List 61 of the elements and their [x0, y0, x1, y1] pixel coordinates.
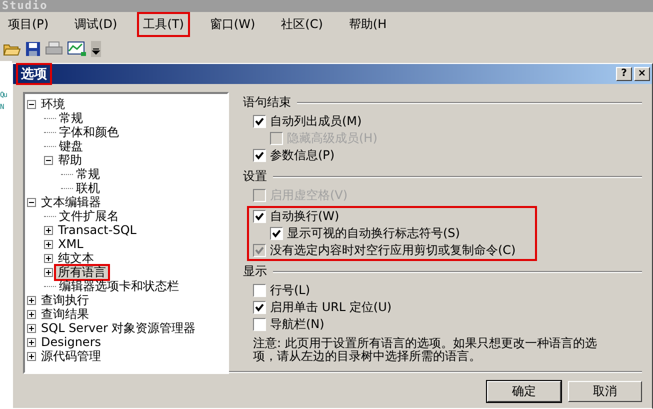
tree-item[interactable]: 字体和颜色	[57, 126, 121, 138]
checkbox-option[interactable]: 显示可视的自动换行标志符号(S)	[270, 225, 535, 242]
tree-item[interactable]: 常规	[74, 168, 102, 180]
dropdown-icon[interactable]	[91, 41, 101, 57]
expand-icon[interactable]	[27, 352, 36, 360]
menu-item[interactable]: 社区(C)	[275, 12, 329, 37]
expand-icon[interactable]	[44, 240, 53, 248]
tree-item[interactable]: 纯文本	[56, 252, 96, 264]
checkbox-option[interactable]: 没有选定内容时对空行应用剪切或复制命令(C)	[253, 242, 535, 259]
note-text: 注意: 此页用于设置所有语言的选项。如果只想更改一种语言的选项，请从左边的目录树中选择所需的语言。	[253, 337, 598, 363]
expand-icon[interactable]	[27, 338, 36, 346]
tree-item[interactable]: 查询结果	[39, 308, 91, 320]
tree-item[interactable]: 帮助	[56, 154, 84, 166]
expand-icon[interactable]	[44, 254, 53, 262]
menu-item[interactable]: 帮助(H	[342, 12, 393, 37]
dialog-title: 选项	[16, 63, 52, 85]
menu-item[interactable]: 窗口(W)	[204, 12, 262, 37]
close-button[interactable]: ×	[634, 67, 650, 81]
tree-item[interactable]: 环境	[39, 98, 67, 110]
ok-button[interactable]: 确定	[487, 381, 561, 402]
section-title: 显示	[243, 263, 267, 280]
tree-item[interactable]: 文件扩展名	[57, 210, 121, 222]
collapse-icon[interactable]	[27, 100, 36, 108]
tree-item[interactable]: XML	[56, 238, 86, 250]
expand-icon[interactable]	[27, 296, 36, 304]
check-icon	[255, 151, 264, 160]
tree-item[interactable]: 查询执行	[39, 294, 91, 306]
menu-item[interactable]: 项目(P)	[2, 12, 55, 37]
expand-icon[interactable]	[27, 324, 36, 332]
tree-item[interactable]: 键盘	[57, 140, 85, 152]
checkbox-option[interactable]: 参数信息(P)	[253, 147, 535, 164]
checkbox-option[interactable]: 自动列出成员(M)	[253, 113, 535, 130]
cancel-button[interactable]: 取消	[568, 381, 642, 402]
tree-item[interactable]: 文本编辑器	[39, 196, 103, 208]
section-title: 语句结束	[243, 94, 291, 111]
app-title: Studio	[0, 0, 653, 12]
tree-item[interactable]: Designers	[39, 336, 103, 348]
collapse-icon[interactable]	[27, 198, 36, 206]
expand-icon[interactable]	[44, 268, 53, 276]
checkbox-option[interactable]: 启用单击 URL 定位(U)	[253, 299, 535, 316]
tree-item[interactable]: 所有语言	[56, 266, 108, 278]
check-icon	[255, 303, 264, 312]
menu-item[interactable]: 调试(D)	[68, 12, 124, 37]
tree-item[interactable]: 源代码管理	[39, 350, 103, 362]
check-icon	[255, 117, 264, 126]
tree-item[interactable]: 联机	[74, 182, 102, 194]
tree-item[interactable]: 编辑器选项卡和状态栏	[57, 280, 181, 292]
save-icon[interactable]	[25, 41, 41, 57]
tree-item[interactable]: 常规	[57, 112, 85, 124]
expand-icon[interactable]	[44, 226, 53, 234]
checkbox-option[interactable]: 自动换行(W)	[253, 208, 535, 225]
expand-icon[interactable]	[27, 310, 36, 318]
collapse-icon[interactable]	[44, 156, 53, 164]
checkbox-option[interactable]: 行号(L)	[253, 282, 535, 299]
tree-item[interactable]: Transact-SQL	[56, 224, 138, 236]
help-button[interactable]: ?	[616, 67, 632, 81]
chart-icon[interactable]	[67, 41, 87, 57]
menu-item[interactable]: 工具(T)	[137, 12, 190, 37]
tree-item[interactable]: SQL Server 对象资源管理器	[39, 322, 198, 334]
checkbox-option[interactable]: 导航栏(N)	[253, 316, 535, 333]
section-title: 设置	[243, 168, 267, 185]
